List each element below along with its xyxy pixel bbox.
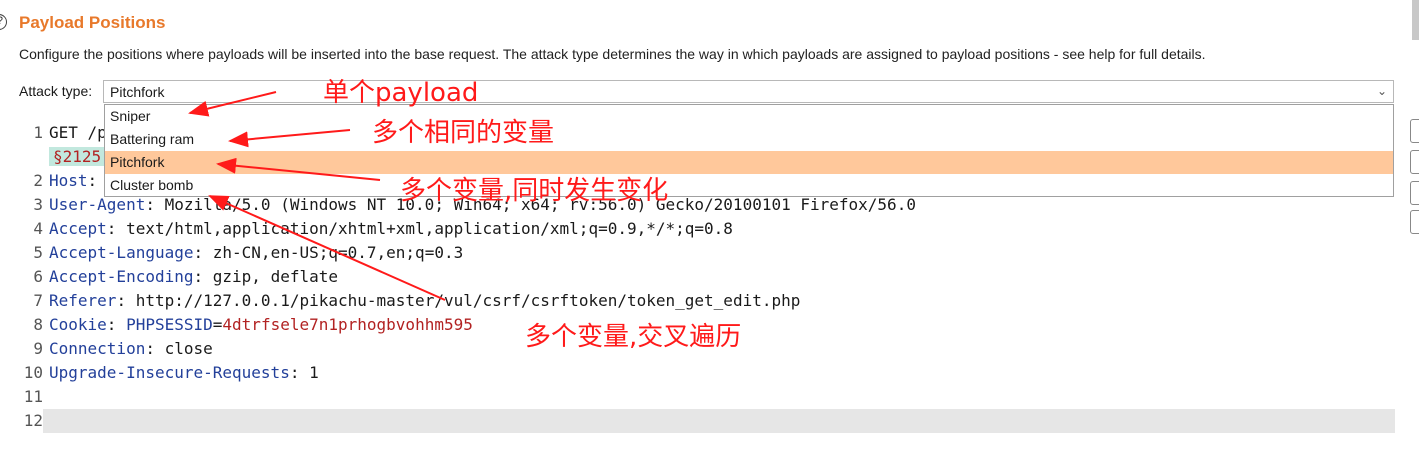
arrow-cluster <box>208 195 446 301</box>
arrow-pitchfork <box>216 157 381 181</box>
annotation-sniper: 单个payload <box>323 78 479 108</box>
annotation-arrows <box>188 91 446 301</box>
annotation-cluster: 多个变量,交叉遍历 <box>525 322 742 352</box>
arrow-sniper <box>188 91 277 117</box>
annotation-pitchfork: 多个变量,同时发生变化 <box>400 176 669 206</box>
arrow-battering <box>228 129 351 148</box>
annotation-battering: 多个相同的变量 <box>372 118 555 148</box>
